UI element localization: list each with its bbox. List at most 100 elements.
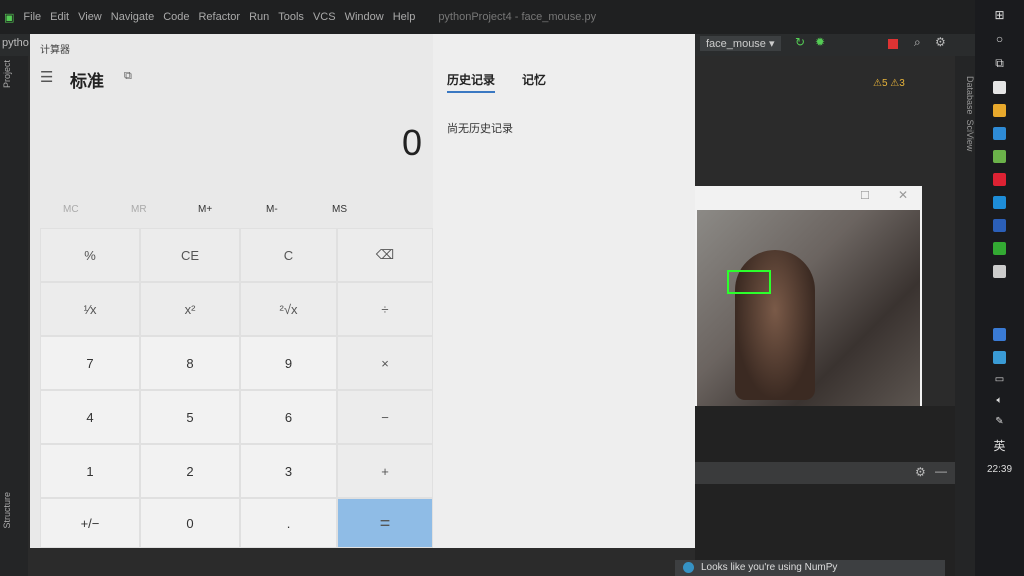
divide-button[interactable]: ÷ [337,282,433,336]
notification-text: Looks like you're using NumPy [701,562,838,573]
negate-button[interactable]: +/− [40,498,140,548]
menu-refactor[interactable]: Refactor [198,11,240,23]
plus-button[interactable]: + [337,444,433,498]
history-empty-text: 尚无历史记录 [447,123,513,135]
app-icon[interactable] [993,81,1006,94]
menu-help[interactable]: Help [393,11,416,23]
edge-icon[interactable] [993,127,1006,140]
3-button[interactable]: 3 [240,444,337,498]
search-icon[interactable]: ○ [996,32,1003,46]
ide-menubar: ▣ File Edit View Navigate Code Refactor … [0,0,975,34]
calculator-window: 计算器 – ☐ ✕ ☰ 标准 ⧉ 0 MC MR M+ M- MS %CEC⌫¹… [30,34,695,548]
windows-taskbar: ⊞ ○ ⧉ ▭ 🔈︎ ✎ 英 22:39 [975,0,1024,576]
percent-button[interactable]: % [40,228,140,282]
keep-on-top-icon[interactable]: ⧉ [124,70,132,83]
m-minus-button[interactable]: M- [266,204,278,215]
structure-tab[interactable]: Structure [2,492,12,529]
app-icon[interactable] [993,150,1006,163]
menu-tools[interactable]: Tools [278,11,304,23]
6-button[interactable]: 6 [240,390,337,444]
4-button[interactable]: 4 [40,390,140,444]
maximize-icon[interactable]: ☐ [860,189,870,202]
menu-icon[interactable]: ☰ [40,68,53,86]
calculator-icon[interactable] [993,265,1006,278]
7-button[interactable]: 7 [40,336,140,390]
mr-button[interactable]: MR [131,204,147,215]
word-icon[interactable] [993,219,1006,232]
ide-right-toolbar: Database SciView [955,56,975,576]
eye-detection-box [727,270,771,294]
8-button[interactable]: 8 [140,336,240,390]
multiply-button[interactable]: × [337,336,433,390]
project-name: pytho [2,37,29,49]
square-button[interactable]: x² [140,282,240,336]
minimize-icon[interactable]: — [935,464,947,478]
sciview-tab[interactable]: SciView [965,120,975,152]
backspace-button[interactable]: ⌫ [337,228,433,282]
display-value: 0 [402,122,423,163]
folder-icon[interactable] [993,104,1006,117]
camera-feed [697,210,920,406]
menu-navigate[interactable]: Navigate [111,11,154,23]
run-icon[interactable]: ↻ [795,35,805,49]
tab-history[interactable]: 历史记录 [447,71,496,93]
pycharm-logo-icon: ▣ [4,11,15,24]
project-tab[interactable]: Project [2,60,12,88]
clear-button[interactable]: C [240,228,337,282]
reciprocal-button[interactable]: ¹⁄x [40,282,140,336]
ie-icon[interactable] [993,196,1006,209]
menu-code[interactable]: Code [163,11,189,23]
app-icon[interactable] [993,173,1006,186]
search-icon[interactable]: ⌕ [914,35,921,50]
stop-icon[interactable] [888,39,898,49]
task-view-icon[interactable]: ⧉ [995,56,1004,71]
volume-icon[interactable]: 🔈︎ [997,395,1003,406]
run-panel [695,406,955,576]
2-button[interactable]: 2 [140,444,240,498]
menu-window[interactable]: Window [345,11,384,23]
equals-button[interactable]: = [337,498,433,548]
m-plus-button[interactable]: M+ [198,204,212,215]
debug-icon[interactable]: ✹ [815,35,825,49]
ime-indicator[interactable]: 英 [993,437,1005,454]
tab-memory[interactable]: 记忆 [522,71,546,88]
1-button[interactable]: 1 [40,444,140,498]
mode-title: 标准 [70,72,104,91]
info-icon [683,562,694,573]
windows-start-icon[interactable]: ⊞ [994,8,1004,22]
window-title: 计算器 [40,45,70,56]
menu-run[interactable]: Run [249,11,269,23]
run-config-select[interactable]: face_mouse ▾ [700,36,781,51]
9-button[interactable]: 9 [240,336,337,390]
mc-button[interactable]: MC [63,204,79,215]
menu-file[interactable]: File [23,11,41,23]
ce-button[interactable]: CE [140,228,240,282]
run-panel-header: ⚙ — [695,462,955,484]
close-icon[interactable]: ✕ [898,188,908,202]
camera-window: ☐ ✕ [695,186,922,406]
decimal-button[interactable]: . [240,498,337,548]
pen-icon[interactable]: ✎ [995,416,1003,427]
sqrt-button[interactable]: ²√x [240,282,337,336]
minus-button[interactable]: − [337,390,433,444]
clock[interactable]: 22:39 [987,464,1012,475]
editor-area[interactable]: ⚠5 ⚠3 [695,56,955,186]
5-button[interactable]: 5 [140,390,240,444]
ide-title: pythonProject4 - face_mouse.py [438,11,597,23]
battery-icon[interactable]: ▭ [995,374,1004,385]
0-button[interactable]: 0 [140,498,240,548]
ide-left-toolbar: Project Structure [0,56,28,576]
warnings-count[interactable]: ⚠5 ⚠3 [873,78,905,89]
menu-edit[interactable]: Edit [50,11,69,23]
ms-button[interactable]: MS [332,204,347,215]
history-panel: 历史记录 记忆 尚无历史记录 [433,34,695,548]
gear-icon[interactable]: ⚙ [915,465,926,479]
menu-view[interactable]: View [78,11,102,23]
gear-icon[interactable]: ⚙ [935,35,946,49]
numpy-notification[interactable]: Looks like you're using NumPy [675,560,945,576]
tray-icon[interactable] [993,328,1006,341]
database-tab[interactable]: Database [965,76,975,115]
menu-vcs[interactable]: VCS [313,11,336,23]
pycharm-icon[interactable] [993,242,1006,255]
tray-icon[interactable] [993,351,1006,364]
